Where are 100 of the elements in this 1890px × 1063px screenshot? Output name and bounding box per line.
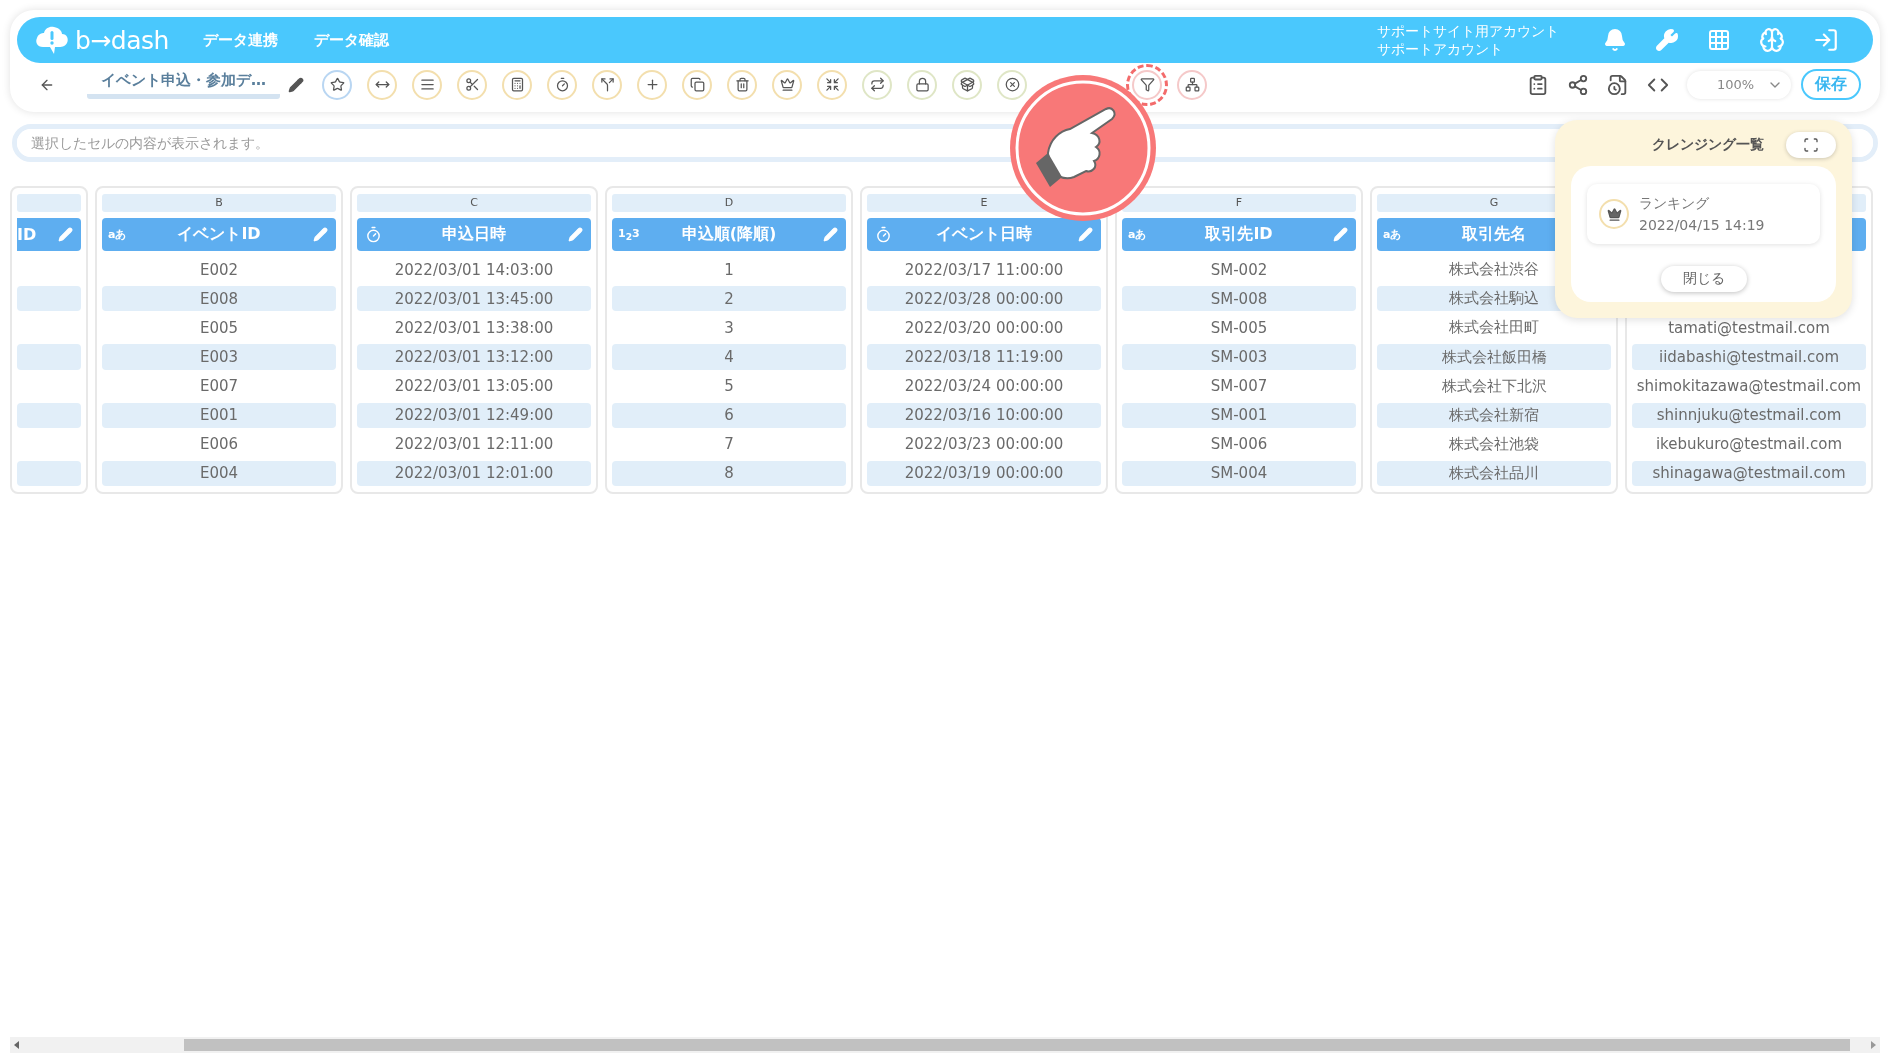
table-cell-text: shimokitazawa@testmail.com	[1635, 376, 1863, 398]
column-header[interactable]: ID	[17, 217, 81, 252]
table-cell: 2022/03/18 11:19:00	[867, 344, 1101, 370]
tool-button[interactable]	[862, 69, 892, 100]
tool-button[interactable]	[547, 69, 577, 100]
table-cell-text: E007	[198, 376, 240, 398]
plus-icon	[644, 77, 660, 92]
save-button[interactable]: 保存	[1801, 69, 1861, 100]
table-cell: 2022/03/01 12:49:00	[357, 402, 591, 428]
document-title[interactable]: イベント申込・参加デ…	[87, 70, 280, 99]
expand-icon	[1803, 137, 1819, 153]
tool-button[interactable]	[502, 69, 532, 100]
table-cell-text: SM-005	[1209, 317, 1269, 339]
item-name: ランキング	[1639, 194, 1710, 213]
lock-icon	[914, 77, 930, 92]
table-cell: 2022/03/16 10:00:00	[867, 402, 1101, 428]
table-cell: SM-003	[1122, 344, 1356, 370]
horizontal-scrollbar[interactable]	[10, 1037, 1880, 1053]
account-name: サポートサイト用アカウント	[1377, 22, 1559, 40]
table-cell-text: 2022/03/24 00:00:00	[903, 376, 1065, 398]
table-cell: E003	[102, 344, 336, 370]
tool-button[interactable]	[997, 69, 1027, 100]
table-cell: 8	[612, 460, 846, 486]
table-cell-text: 2022/03/17 11:00:00	[903, 259, 1065, 281]
timer-icon	[875, 225, 892, 243]
table-cell: E004	[102, 460, 336, 486]
timer-icon	[554, 77, 570, 92]
table-cell: 2022/03/01 13:12:00	[357, 344, 591, 370]
tool-button[interactable]	[367, 69, 397, 100]
table-cell-text: 2022/03/01 13:38:00	[393, 317, 555, 339]
table-cell: E008	[102, 286, 336, 312]
tool-button[interactable]	[1132, 69, 1162, 100]
network-icon	[1184, 77, 1200, 92]
logo-text: b→dash	[75, 25, 169, 55]
tool-button[interactable]	[817, 69, 847, 100]
table-cell-text: E005	[198, 317, 240, 339]
nav-link[interactable]: データ連携	[202, 30, 278, 50]
table-cell-text: 2022/03/01 12:11:00	[393, 434, 555, 456]
zoom-select[interactable]: 100%	[1687, 70, 1791, 99]
tool-button[interactable]	[412, 69, 442, 100]
close-button[interactable]: 閉じる	[1660, 266, 1747, 292]
file-clock-icon[interactable]	[1607, 73, 1629, 96]
nav-link[interactable]: データ確認	[313, 30, 389, 50]
scissors-icon	[464, 77, 480, 92]
column-header[interactable]: イベント日時	[867, 217, 1101, 252]
column-letter: F	[1122, 194, 1356, 212]
lines-icon	[419, 77, 435, 92]
expand-button[interactable]	[1786, 132, 1836, 158]
tool-button[interactable]	[592, 69, 622, 100]
type-label: aあ	[108, 226, 127, 242]
table-cell-text: SM-002	[1209, 259, 1269, 281]
pencil-icon[interactable]	[288, 76, 304, 93]
table-cell: iidabashi@testmail.com	[1632, 344, 1866, 370]
tool-button[interactable]	[682, 69, 712, 100]
account-name: サポートアカウント	[1377, 40, 1504, 58]
copy-icon	[689, 77, 705, 92]
table-cell: 2022/03/01 12:01:00	[357, 460, 591, 486]
type-label: aあ	[1128, 226, 1147, 242]
table-cell: 2022/03/01 13:45:00	[357, 286, 591, 312]
cancel-icon	[1004, 77, 1020, 92]
table-cell-text: ikebukuro@testmail.com	[1654, 434, 1844, 456]
column-header[interactable]: aあ 取引先ID	[1122, 217, 1356, 252]
table-cell-text: E006	[198, 434, 240, 456]
table-cell-text: SM-006	[1209, 434, 1269, 456]
share-icon[interactable]	[1567, 73, 1589, 96]
tool-button[interactable]	[727, 69, 757, 100]
tool-button[interactable]	[907, 69, 937, 100]
column-header[interactable]: 申込日時	[357, 217, 591, 252]
shrink-icon	[824, 77, 840, 92]
cell-background	[17, 460, 81, 486]
table-cell: 2	[612, 286, 846, 312]
cell-background	[17, 286, 81, 312]
tool-button[interactable]	[457, 69, 487, 100]
tool-button[interactable]	[1177, 69, 1207, 100]
table-cell-text: 5	[723, 376, 735, 398]
table-cell-text: 3	[723, 317, 735, 339]
tool-button[interactable]	[322, 69, 352, 100]
star-icon	[329, 77, 345, 92]
crown-icon	[1599, 199, 1629, 229]
table-cell: 株式会社新宿	[1377, 402, 1611, 428]
popup-title: クレンジング一覧	[1652, 136, 1764, 154]
table-cell-text: 2022/03/01 14:03:00	[393, 259, 555, 281]
column-header[interactable]: aあ イベントID	[102, 217, 336, 252]
type-label: 1$_{2}$3	[618, 226, 640, 242]
table-cell: 株式会社品川	[1377, 460, 1611, 486]
table-cell-text: 株式会社田町	[1448, 317, 1540, 339]
table-cell: shinagawa@testmail.com	[1632, 460, 1866, 486]
table-cell: E001	[102, 402, 336, 428]
clipboard-icon[interactable]	[1527, 73, 1549, 96]
table-cell-text: 株式会社池袋	[1448, 433, 1540, 455]
table-cell-text: SM-007	[1209, 376, 1269, 398]
table-cell: SM-004	[1122, 460, 1356, 486]
column-header[interactable]: 1$_{2}$3 申込順(降順)	[612, 217, 846, 252]
table-cell-text: 2022/03/20 00:00:00	[903, 317, 1065, 339]
scroll-thumb[interactable]	[184, 1039, 1850, 1051]
tool-button[interactable]	[772, 69, 802, 100]
table-cell: 4	[612, 344, 846, 370]
tool-button[interactable]	[952, 69, 982, 100]
column-letter-strip	[17, 194, 81, 212]
table-cell-text: 株式会社渋谷	[1448, 259, 1540, 281]
